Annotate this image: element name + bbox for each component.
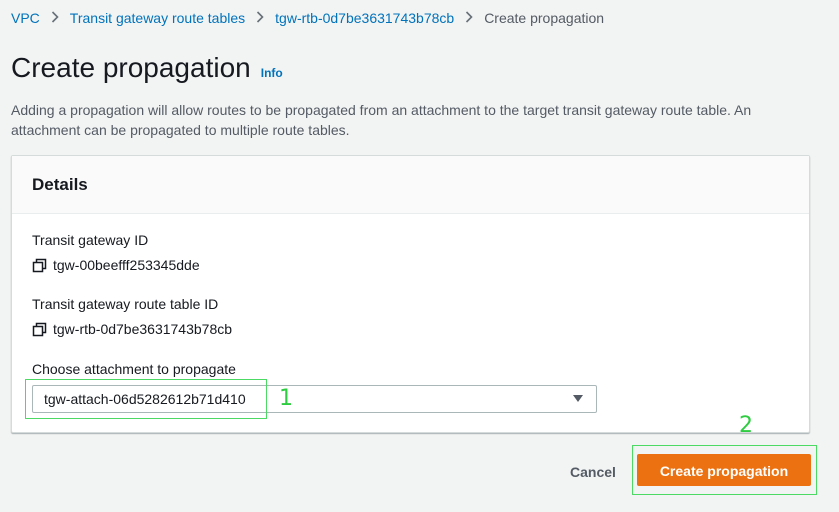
breadcrumb-link-vpc[interactable]: VPC bbox=[11, 10, 40, 26]
route-table-id-value: tgw-rtb-0d7be3631743b78cb bbox=[32, 321, 232, 337]
transit-gateway-id-text: tgw-00beefff253345dde bbox=[53, 257, 200, 273]
annotation-box-1 bbox=[25, 379, 267, 419]
breadcrumb: VPC Transit gateway route tables tgw-rtb… bbox=[11, 10, 604, 26]
caret-down-icon bbox=[573, 395, 583, 402]
copy-icon[interactable] bbox=[32, 258, 47, 273]
transit-gateway-id-label: Transit gateway ID bbox=[32, 232, 149, 248]
chevron-right-icon bbox=[465, 10, 473, 26]
details-panel-title: Details bbox=[32, 175, 88, 194]
info-link[interactable]: Info bbox=[261, 66, 283, 80]
create-propagation-button[interactable]: Create propagation bbox=[637, 454, 811, 486]
details-panel-header: Details bbox=[12, 156, 809, 214]
breadcrumb-link-route-table-id[interactable]: tgw-rtb-0d7be3631743b78cb bbox=[275, 10, 454, 26]
copy-icon[interactable] bbox=[32, 322, 47, 337]
breadcrumb-current: Create propagation bbox=[484, 10, 605, 26]
route-table-id-text: tgw-rtb-0d7be3631743b78cb bbox=[53, 321, 233, 337]
transit-gateway-id-value: tgw-00beefff253345dde bbox=[32, 257, 200, 273]
annotation-marker-2: 2 bbox=[739, 413, 753, 438]
breadcrumb-link-route-tables[interactable]: Transit gateway route tables bbox=[70, 10, 245, 26]
cancel-button[interactable]: Cancel bbox=[560, 459, 626, 483]
page-description: Adding a propagation will allow routes t… bbox=[11, 102, 752, 138]
annotation-marker-1: 1 bbox=[279, 386, 293, 411]
page-title: Create propagation bbox=[11, 52, 251, 83]
page-header: Create propagation Info bbox=[11, 52, 283, 84]
chevron-right-icon bbox=[51, 10, 59, 26]
attachment-select-label: Choose attachment to propagate bbox=[32, 361, 236, 377]
chevron-right-icon bbox=[256, 10, 264, 26]
route-table-id-label: Transit gateway route table ID bbox=[32, 296, 219, 312]
